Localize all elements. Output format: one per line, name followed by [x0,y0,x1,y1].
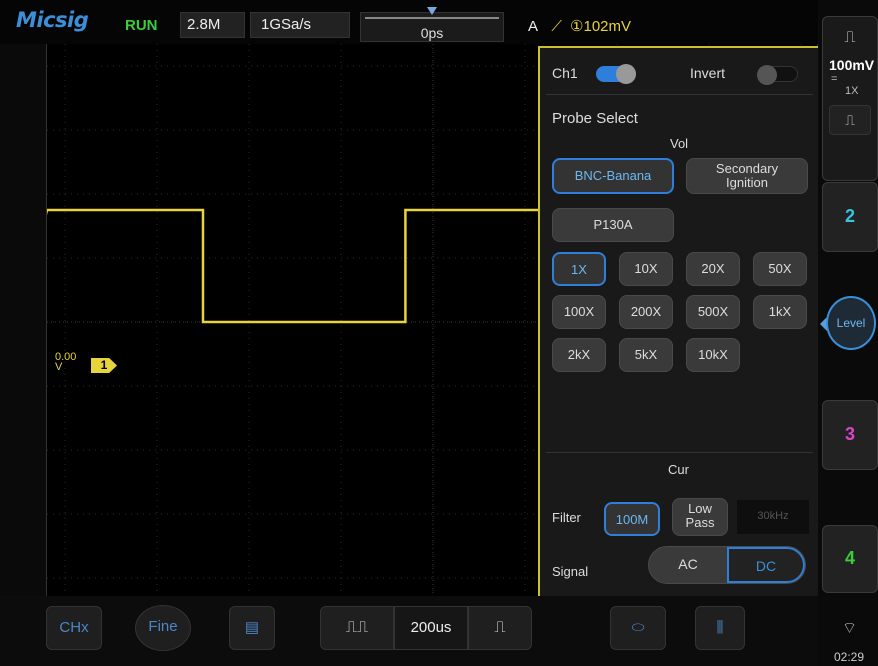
trigger-channel-icon: ① [570,18,584,35]
level-knob[interactable]: Level [826,296,876,350]
attenuation-button-1[interactable]: 10X [619,252,673,286]
trigger-source: A [528,18,538,35]
pulse-icon[interactable]: ⎍ [829,105,871,135]
divider [546,94,813,95]
trigger-level: 102mV [583,18,632,35]
ch1-offset-label: 0.00 V [55,351,77,373]
chx-button[interactable]: CHx [46,606,102,650]
signal-dc-option[interactable]: DC [727,547,805,583]
channel-column: ⎍ 100mV = 1X ⎍ 2 Level 3 4 ⌔ 02:29 [818,0,878,666]
pulse-icon: ⎍ [844,29,856,46]
top-status-bar: Micsig RUN 2.8M 1GSa/s 0ps A ⟋ ①102mV [0,0,818,44]
attenuation-button-4[interactable]: 100X [552,295,606,329]
attenuation-button-6[interactable]: 500X [686,295,740,329]
trigger-delay-value: 0ps [420,25,444,41]
micsig-logo: Micsig [16,8,89,32]
signal-coupling-selector[interactable]: AC DC [648,546,806,584]
probe-type-button-0[interactable]: BNC-Banana [552,158,674,194]
ch2-button[interactable]: 2 [822,182,878,252]
filter-lowpass-button[interactable]: Low Pass [672,498,728,536]
invert-toggle[interactable] [757,65,798,85]
trigger-info[interactable]: A ⟋ ①102mV [528,17,631,35]
run-state-indicator[interactable]: RUN [125,17,158,34]
ch4-button[interactable]: 4 [822,525,878,593]
attenuation-button-10[interactable]: 10kX [686,338,740,372]
probe-type-button-1[interactable]: Secondary Ignition [686,158,808,194]
attenuation-button-9[interactable]: 5kX [619,338,673,372]
attenuation-button-5[interactable]: 200X [619,295,673,329]
capture-icon[interactable]: ⬭ [610,606,666,650]
bottom-toolbar: CHx Fine ▤ ⎍⎍ 200us ⎍ ⬭ ⫼ [0,596,818,666]
timebase-increase-icon[interactable]: ⎍ [468,606,532,650]
probe-select-title: Probe Select [552,110,638,127]
signal-label: Signal [552,564,589,579]
timebase-value[interactable]: 200us [394,606,468,650]
rising-edge-icon: ⟋ [551,18,562,35]
menu-icon[interactable]: ⫼ [695,606,745,650]
ch1-waveform [47,208,571,324]
vol-label: Vol [670,136,689,151]
clock: 02:29 [834,650,865,664]
trigger-pointer-icon [427,7,437,15]
ch1-info-button[interactable]: ⎍ 100mV = 1X ⎍ [822,16,878,181]
auto-icon[interactable]: ▤ [229,606,275,650]
attenuation-button-7[interactable]: 1kX [753,295,807,329]
toggle-knob [757,65,777,85]
memory-depth[interactable]: 2.8M [180,12,245,38]
ch1-scale: 100mV [829,57,875,73]
filter-frequency-field[interactable]: 30kHz [737,500,809,534]
cur-label: Cur [668,462,689,477]
attenuation-button-2[interactable]: 20X [686,252,740,286]
ch1-offset-marker[interactable]: 0.00 V 1 [55,352,117,373]
ch1-toggle[interactable] [596,64,636,84]
attenuation-button-3[interactable]: 50X [753,252,807,286]
attenuation-button-8[interactable]: 2kX [552,338,606,372]
ch1-coupling-icon: = [831,73,838,85]
divider [546,452,813,453]
wifi-icon: ⌔ [842,620,858,637]
sample-rate[interactable]: 1GSa/s [250,12,350,38]
filter-label: Filter [552,510,581,525]
signal-ac-option[interactable]: AC [649,547,727,583]
filter-100m-button[interactable]: 100M [604,502,660,536]
probe-type-button-2[interactable]: P130A [552,208,674,242]
timebase-decrease-icon[interactable]: ⎍⎍ [320,606,394,650]
channel-menu-panel: Ch1 Invert Probe Select Vol Cur Filter 1… [538,46,821,598]
ch1-toggle-label: Ch1 [552,65,578,81]
ch3-button[interactable]: 3 [822,400,878,470]
trigger-position-bar[interactable]: 0ps [360,7,504,42]
ch1-probe: 1X [845,85,859,97]
toggle-knob [616,64,636,84]
attenuation-button-0[interactable]: 1X [552,252,606,286]
fine-button[interactable]: Fine [135,605,191,651]
memory-bar [365,17,499,19]
invert-label: Invert [690,65,726,81]
